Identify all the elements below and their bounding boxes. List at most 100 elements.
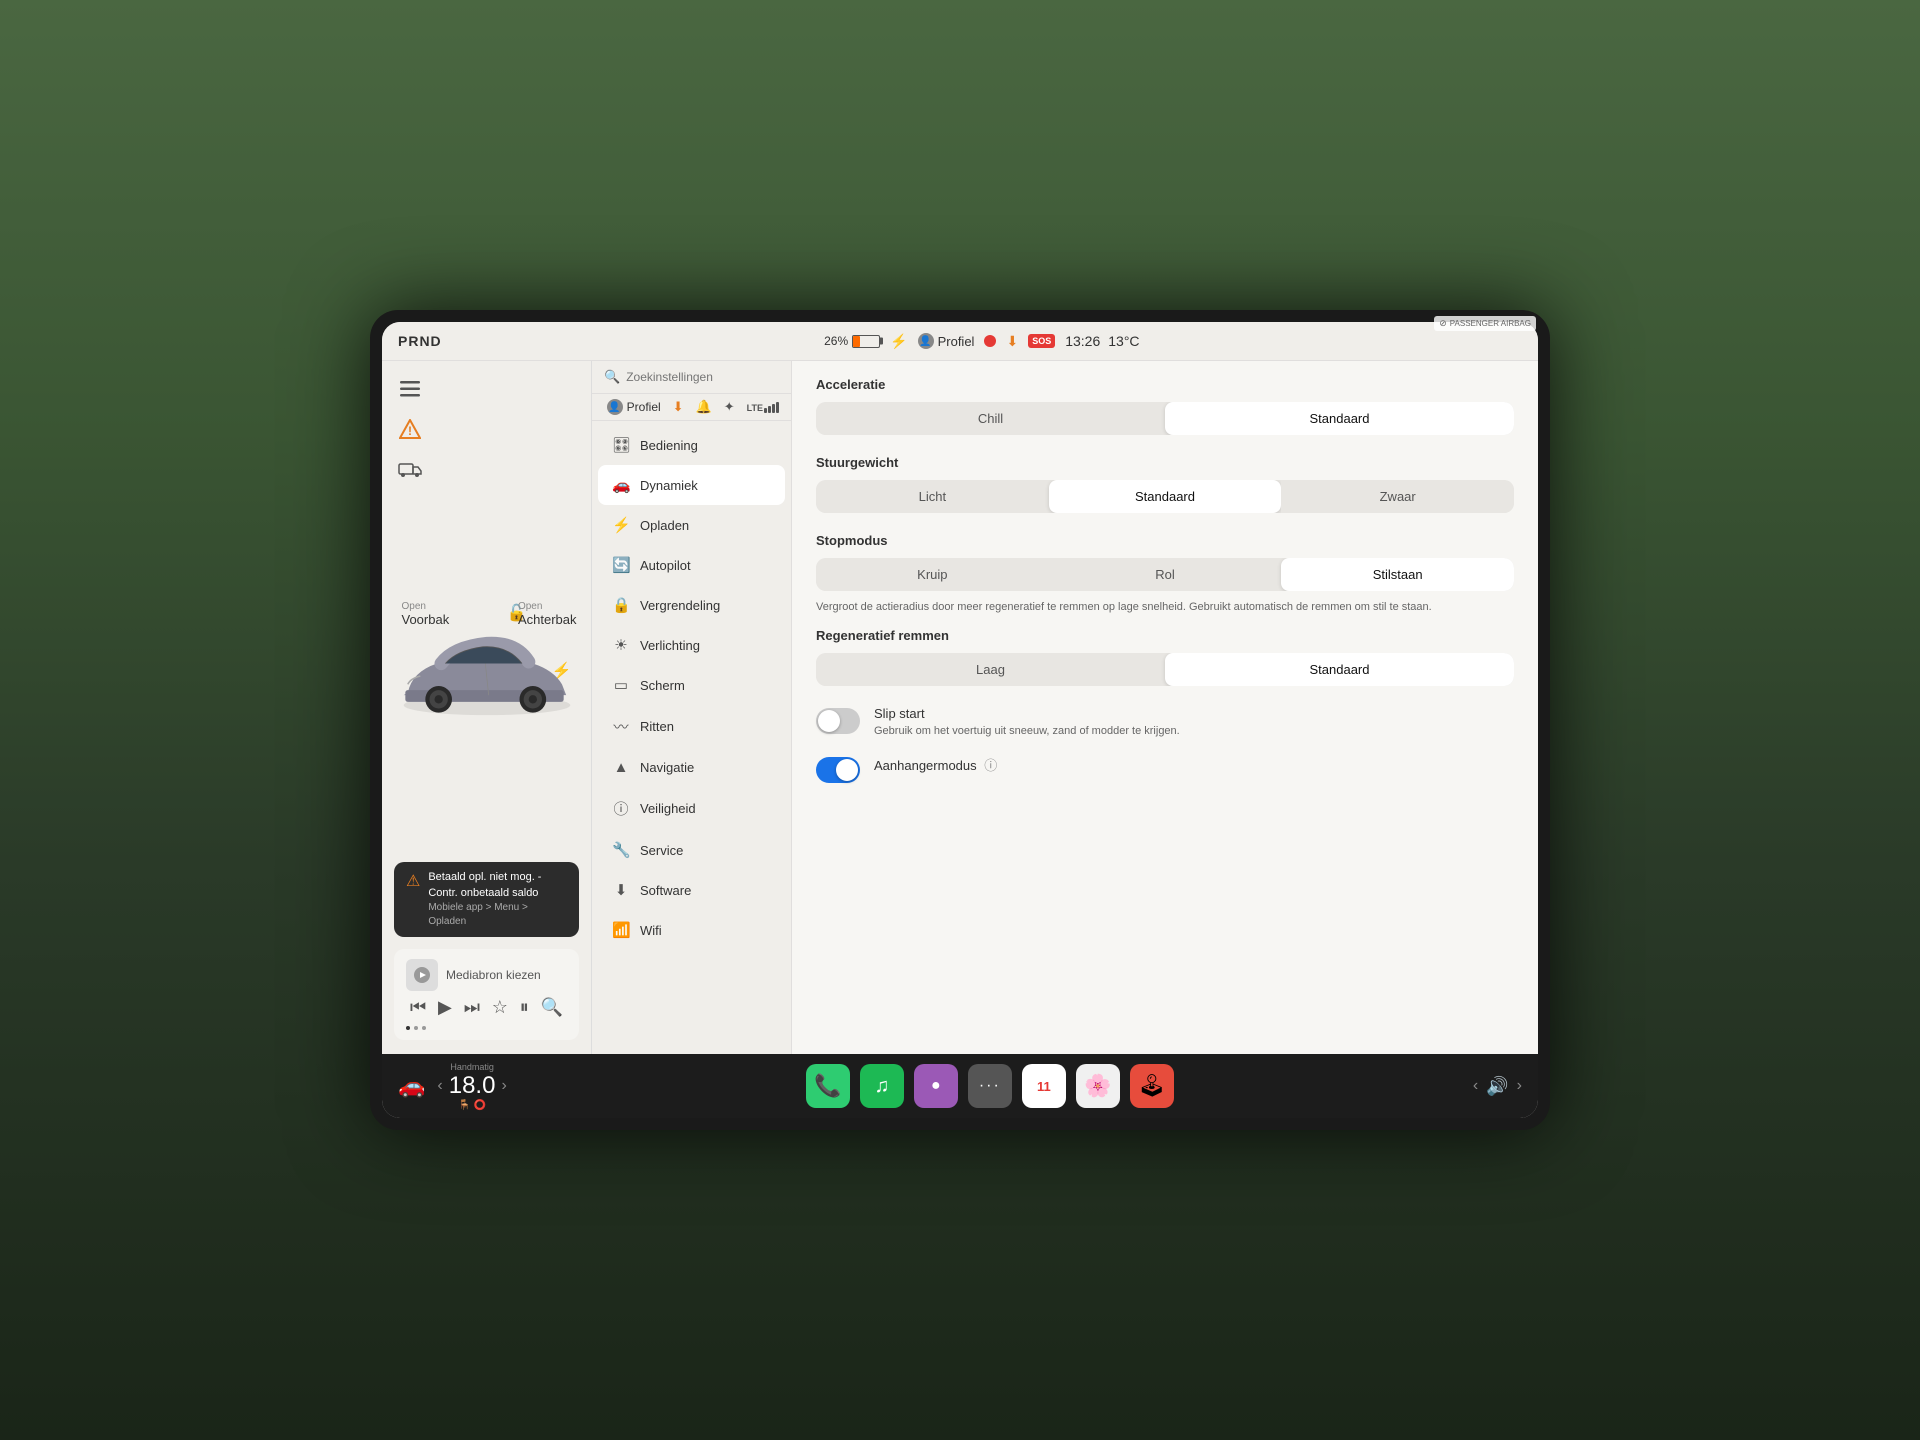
left-icons: ! bbox=[382, 371, 591, 487]
volume-icon: 🔊 bbox=[1486, 1076, 1508, 1097]
acceleratie-chill-button[interactable]: Chill bbox=[816, 402, 1165, 435]
taskbar-nav-right[interactable]: › bbox=[1517, 1077, 1522, 1095]
equalizer-icon[interactable]: ⏸ bbox=[520, 997, 529, 1018]
taskbar-apps: 📞 ♫ ● ··· 11 🌸 🕹 bbox=[806, 1064, 1174, 1108]
software-icon: ⬇ bbox=[612, 881, 630, 899]
profile-label: Profiel bbox=[938, 334, 975, 349]
record-icon bbox=[984, 335, 996, 347]
warning-notification[interactable]: ⚠ Betaald opl. niet mog. - Contr. onbeta… bbox=[394, 862, 579, 937]
download-icon: ⬇ bbox=[1006, 333, 1018, 350]
battery-info: 26% bbox=[824, 334, 880, 348]
menu-item-wifi-label: Wifi bbox=[640, 923, 662, 938]
menu-item-autopilot-label: Autopilot bbox=[640, 558, 691, 573]
media-source-icon bbox=[406, 959, 438, 991]
acceleratie-section: Acceleratie Chill Standaard bbox=[816, 377, 1514, 435]
alert-icon[interactable]: ! bbox=[390, 411, 430, 447]
aanhanger-info-icon: ⓘ bbox=[984, 758, 997, 773]
regeneratief-laag-button[interactable]: Laag bbox=[816, 653, 1165, 686]
menu-item-navigatie[interactable]: ▲ Navigatie bbox=[598, 748, 785, 787]
acceleratie-standaard-button[interactable]: Standaard bbox=[1165, 402, 1514, 435]
flowers-app[interactable]: 🌸 bbox=[1076, 1064, 1120, 1108]
menu-item-veiligheid[interactable]: ⓘ Veiligheid bbox=[598, 787, 785, 830]
next-track-button[interactable]: ⏭ bbox=[464, 997, 480, 1018]
menu-item-opladen[interactable]: ⚡ Opladen bbox=[598, 505, 785, 545]
prev-track-button[interactable]: ⏮ bbox=[410, 997, 426, 1018]
truck-icon[interactable] bbox=[390, 451, 430, 487]
menu-item-verlichting-label: Verlichting bbox=[640, 638, 700, 653]
games-app[interactable]: 🕹 bbox=[1130, 1064, 1174, 1108]
clock: 13:26 bbox=[1065, 333, 1100, 349]
menu-item-vergrendeling[interactable]: 🔒 Vergrendeling bbox=[598, 585, 785, 625]
menu-item-bediening[interactable]: 🎛 Bediening bbox=[598, 425, 785, 465]
settings-sub-bar: 👤 Profiel ⬇ 🔔 ✦ LTE bbox=[592, 394, 791, 421]
slip-start-toggle[interactable] bbox=[816, 708, 860, 734]
search-input[interactable] bbox=[626, 370, 779, 384]
menu-item-scherm-label: Scherm bbox=[640, 678, 685, 693]
menu-item-service-label: Service bbox=[640, 843, 683, 858]
bell-icon: 🔔 bbox=[696, 399, 712, 415]
aanhanger-row: Aanhangermodus ⓘ bbox=[816, 755, 1514, 783]
media-source-label: Mediabron kiezen bbox=[446, 968, 541, 982]
slip-start-info: Slip start Gebruik om het voertuig uit s… bbox=[874, 706, 1514, 739]
stopmodus-btn-group: Kruip Rol Stilstaan bbox=[816, 558, 1514, 591]
menu-item-scherm[interactable]: ▭ Scherm bbox=[598, 665, 785, 705]
left-panel: ! bbox=[382, 361, 592, 1054]
regeneratief-standaard-button[interactable]: Standaard bbox=[1165, 653, 1514, 686]
menu-item-wifi[interactable]: 📶 Wifi bbox=[598, 910, 785, 950]
menu-item-vergrendeling-label: Vergrendeling bbox=[640, 598, 720, 613]
regeneratief-btn-group: Laag Standaard bbox=[816, 653, 1514, 686]
stuurgewicht-zwaar-button[interactable]: Zwaar bbox=[1281, 480, 1514, 513]
temp-increase-button[interactable]: › bbox=[501, 1077, 506, 1095]
menu-item-veiligheid-label: Veiligheid bbox=[640, 801, 696, 816]
menu-item-service[interactable]: 🔧 Service bbox=[598, 830, 785, 870]
more-apps-button[interactable]: ··· bbox=[968, 1064, 1012, 1108]
settings-profile-icon: 👤 bbox=[607, 399, 623, 415]
search-bar: 🔍 bbox=[592, 361, 791, 394]
warning-icon: ⚠ bbox=[406, 871, 420, 891]
phone-app[interactable]: 📞 bbox=[806, 1064, 850, 1108]
menu-item-autopilot[interactable]: 🔄 Autopilot bbox=[598, 545, 785, 585]
stopmodus-rol-button[interactable]: Rol bbox=[1049, 558, 1282, 591]
car-home-icon[interactable]: 🚗 bbox=[398, 1073, 425, 1099]
volume-control[interactable]: 🔊 bbox=[1486, 1076, 1508, 1097]
vergrendeling-icon: 🔒 bbox=[612, 596, 630, 614]
menu-item-dynamiek[interactable]: 🚗 Dynamiek bbox=[598, 465, 785, 505]
settings-detail-panel: Acceleratie Chill Standaard Stuurgewicht… bbox=[792, 361, 1538, 1054]
scherm-icon: ▭ bbox=[612, 676, 630, 694]
dynamiek-icon: 🚗 bbox=[612, 476, 630, 494]
calendar-app[interactable]: 11 bbox=[1022, 1064, 1066, 1108]
stopmodus-kruip-button[interactable]: Kruip bbox=[816, 558, 1049, 591]
stuurgewicht-standaard-button[interactable]: Standaard bbox=[1049, 480, 1282, 513]
airbag-label: PASSENGER AIRBAG bbox=[1450, 322, 1531, 328]
prnd-indicator: PRND bbox=[398, 333, 442, 349]
taskbar-left: 🚗 ‹ Handmatig 18.0 🪑 ⭕ › bbox=[398, 1062, 507, 1111]
sos-badge[interactable]: SOS bbox=[1028, 334, 1055, 348]
temp-decrease-button[interactable]: ‹ bbox=[437, 1077, 442, 1095]
stopmodus-section: Stopmodus Kruip Rol Stilstaan Vergroot d… bbox=[816, 533, 1514, 616]
temp-mode-icons: 🪑 ⭕ bbox=[449, 1100, 496, 1111]
seat-heat-icon: 🪑 bbox=[458, 1100, 470, 1111]
menu-item-navigatie-label: Navigatie bbox=[640, 760, 694, 775]
search-media-button[interactable]: 🔍 bbox=[541, 997, 563, 1018]
settings-profile-button[interactable]: 👤 Profiel bbox=[607, 399, 661, 415]
media-player: Mediabron kiezen ⏮ ▶ ⏭ ☆ ⏸ 🔍 bbox=[394, 949, 579, 1040]
play-button[interactable]: ▶ bbox=[438, 997, 452, 1018]
aanhanger-toggle[interactable] bbox=[816, 757, 860, 783]
settings-panel: 🔍 👤 Profiel ⬇ 🔔 ✦ LTE bbox=[592, 361, 792, 1054]
stuurgewicht-licht-button[interactable]: Licht bbox=[816, 480, 1049, 513]
camera-app[interactable]: ● bbox=[914, 1064, 958, 1108]
temperature: 13°C bbox=[1108, 333, 1139, 349]
hamburger-menu-icon[interactable] bbox=[390, 371, 430, 407]
spotify-app[interactable]: ♫ bbox=[860, 1064, 904, 1108]
favorite-button[interactable]: ☆ bbox=[492, 997, 508, 1018]
menu-item-opladen-label: Opladen bbox=[640, 518, 689, 533]
stopmodus-stilstaan-button[interactable]: Stilstaan bbox=[1281, 558, 1514, 591]
taskbar-nav-left[interactable]: ‹ bbox=[1473, 1077, 1478, 1095]
menu-item-ritten[interactable]: 〰 Ritten bbox=[598, 705, 785, 748]
airbag-icon: ⊘ bbox=[1439, 322, 1447, 329]
steering-heat-icon: ⭕ bbox=[474, 1100, 486, 1111]
menu-item-verlichting[interactable]: ☀ Verlichting bbox=[598, 625, 785, 665]
menu-item-software[interactable]: ⬇ Software bbox=[598, 870, 785, 910]
profile-button[interactable]: 👤 Profiel bbox=[918, 333, 975, 349]
slip-start-desc: Gebruik om het voertuig uit sneeuw, zand… bbox=[874, 724, 1514, 739]
